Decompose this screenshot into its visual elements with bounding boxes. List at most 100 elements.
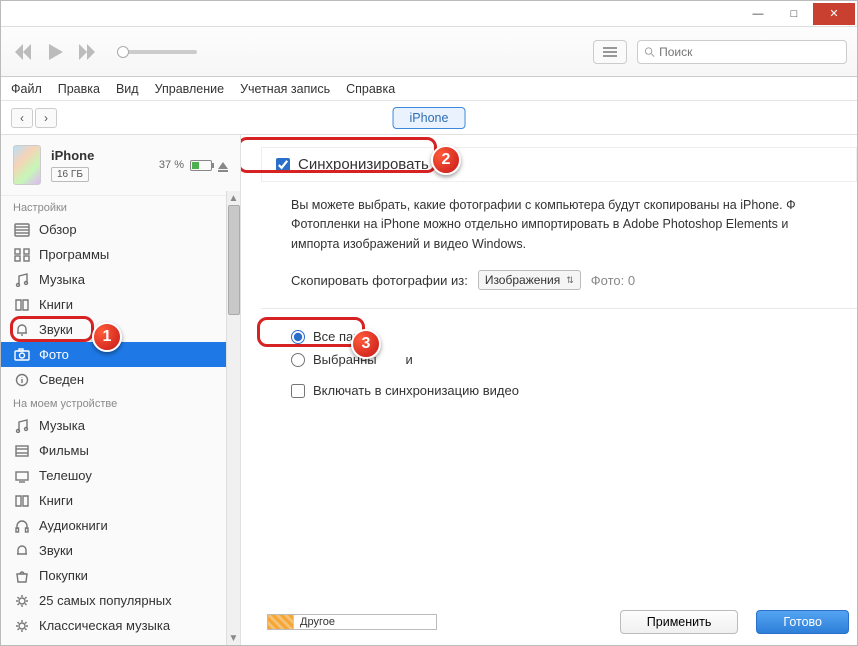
headphones-icon — [13, 519, 31, 533]
radio-all-label: Все папки — [313, 329, 373, 344]
menu-help[interactable]: Справка — [346, 82, 395, 96]
bell-icon — [13, 323, 31, 337]
menu-view[interactable]: Вид — [116, 82, 139, 96]
sidebar-item-apps[interactable]: Программы — [1, 242, 240, 267]
nav-back-button[interactable]: ‹ — [11, 108, 33, 128]
window-maximize-button[interactable]: □ — [777, 3, 811, 25]
folder-options: Все папки Выбранны и Включать в синхрони… — [261, 308, 857, 418]
player-toolbar — [1, 27, 857, 77]
photo-count: Фото: 0 — [591, 273, 635, 288]
apply-button[interactable]: Применить — [620, 610, 739, 634]
radio-selected-folders[interactable] — [291, 353, 305, 367]
battery-icon — [190, 160, 212, 171]
sidebar-item-dev-movies[interactable]: Фильмы — [1, 438, 240, 463]
include-video-checkbox[interactable] — [291, 384, 305, 398]
music-icon — [13, 419, 31, 433]
sidebar-item-label: Классическая музыка — [39, 618, 170, 633]
sidebar-scrollbar[interactable]: ▲ ▼ — [226, 191, 240, 645]
info-icon — [13, 373, 31, 387]
music-icon — [13, 273, 31, 287]
window-minimize-button[interactable]: — — [741, 3, 775, 25]
window-titlebar: — □ ✕ — [1, 1, 857, 27]
storage-segment-other — [268, 615, 294, 629]
radio-all-folders[interactable] — [291, 330, 305, 344]
film-icon — [13, 444, 31, 458]
menu-edit[interactable]: Правка — [58, 82, 100, 96]
copy-from-label: Скопировать фотографии из: — [291, 273, 468, 288]
previous-track-button[interactable] — [11, 40, 35, 64]
scroll-up-icon[interactable]: ▲ — [227, 191, 240, 205]
sidebar-item-label: Аудиокниги — [39, 518, 108, 533]
search-field[interactable] — [659, 45, 840, 59]
sync-help-text: Вы можете выбрать, какие фотографии с ко… — [261, 182, 857, 266]
battery-percent: 37 % — [159, 159, 184, 171]
bottom-bar: Другое Применить Готово — [267, 607, 849, 637]
sidebar: iPhone 16 ГБ 37 % Настройки Обзор Програ… — [1, 135, 241, 645]
main-area: iPhone 16 ГБ 37 % Настройки Обзор Програ… — [1, 135, 857, 645]
sidebar-item-music[interactable]: Музыка — [1, 267, 240, 292]
bell-icon — [13, 544, 31, 558]
sidebar-item-label: Фото — [39, 347, 69, 362]
sidebar-item-label: Книги — [39, 297, 73, 312]
books-icon — [13, 494, 31, 508]
sidebar-item-dev-music[interactable]: Музыка — [1, 413, 240, 438]
window-close-button[interactable]: ✕ — [813, 3, 855, 25]
sidebar-item-tones[interactable]: Звуки — [1, 317, 240, 342]
menu-bar: Файл Правка Вид Управление Учетная запис… — [1, 77, 857, 101]
device-thumbnail-icon — [13, 145, 41, 185]
sidebar-item-books[interactable]: Книги — [1, 292, 240, 317]
gear-icon — [13, 619, 31, 633]
navigation-row: ‹ › iPhone — [1, 101, 857, 135]
next-track-button[interactable] — [75, 40, 99, 64]
sidebar-item-label: Телешоу — [39, 468, 92, 483]
books-icon — [13, 298, 31, 312]
sidebar-item-label: 25 самых популярных — [39, 593, 172, 608]
list-view-button[interactable] — [593, 40, 627, 64]
scroll-down-icon[interactable]: ▼ — [227, 631, 240, 645]
device-name: iPhone — [51, 148, 149, 163]
nav-forward-button[interactable]: › — [35, 108, 57, 128]
apps-icon — [13, 248, 31, 262]
sidebar-item-label: Фильмы — [39, 443, 89, 458]
eject-icon[interactable] — [218, 162, 228, 169]
overview-icon — [13, 223, 31, 237]
tv-icon — [13, 469, 31, 483]
sync-checkbox-row: Синхронизировать — [261, 147, 857, 182]
sidebar-item-dev-audiobooks[interactable]: Аудиокниги — [1, 513, 240, 538]
sidebar-item-photos[interactable]: Фото — [1, 342, 240, 367]
source-select[interactable]: Изображения⇅ — [478, 270, 581, 290]
sidebar-item-label: Книги — [39, 493, 73, 508]
search-input[interactable] — [637, 40, 847, 64]
menu-controls[interactable]: Управление — [155, 82, 225, 96]
sidebar-item-dev-top25[interactable]: 25 самых популярных — [1, 588, 240, 613]
menu-file[interactable]: Файл — [11, 82, 42, 96]
storage-other-label: Другое — [294, 616, 335, 628]
sidebar-item-dev-tones[interactable]: Звуки — [1, 538, 240, 563]
sync-checkbox[interactable] — [276, 158, 290, 172]
storage-bar: Другое — [267, 614, 437, 630]
sidebar-item-label: Звуки — [39, 543, 73, 558]
sidebar-item-info[interactable]: Сведен — [1, 367, 240, 392]
sidebar-item-label: Обзор — [39, 222, 77, 237]
scrollbar-thumb[interactable] — [228, 205, 240, 315]
device-tab[interactable]: iPhone — [393, 107, 466, 129]
copy-from-row: Скопировать фотографии из: Изображения⇅ … — [261, 266, 857, 308]
sync-label: Синхронизировать — [298, 156, 429, 173]
device-header: iPhone 16 ГБ 37 % — [1, 135, 240, 196]
menu-account[interactable]: Учетная запись — [240, 82, 330, 96]
sidebar-item-dev-tvshows[interactable]: Телешоу — [1, 463, 240, 488]
device-capacity: 16 ГБ — [51, 167, 89, 182]
sidebar-item-dev-books[interactable]: Книги — [1, 488, 240, 513]
done-button[interactable]: Готово — [756, 610, 849, 634]
sidebar-section-ondevice: На моем устройстве — [1, 392, 240, 413]
search-icon — [644, 46, 655, 58]
play-button[interactable] — [43, 40, 67, 64]
sidebar-item-dev-purchases[interactable]: Покупки — [1, 563, 240, 588]
volume-slider[interactable] — [117, 50, 197, 54]
content-pane: Синхронизировать Вы можете выбрать, каки… — [241, 135, 857, 645]
include-video-label: Включать в синхронизацию видео — [313, 383, 519, 398]
sidebar-item-label: Музыка — [39, 272, 85, 287]
sidebar-item-label: Покупки — [39, 568, 88, 583]
sidebar-item-overview[interactable]: Обзор — [1, 217, 240, 242]
sidebar-item-dev-classical[interactable]: Классическая музыка — [1, 613, 240, 638]
